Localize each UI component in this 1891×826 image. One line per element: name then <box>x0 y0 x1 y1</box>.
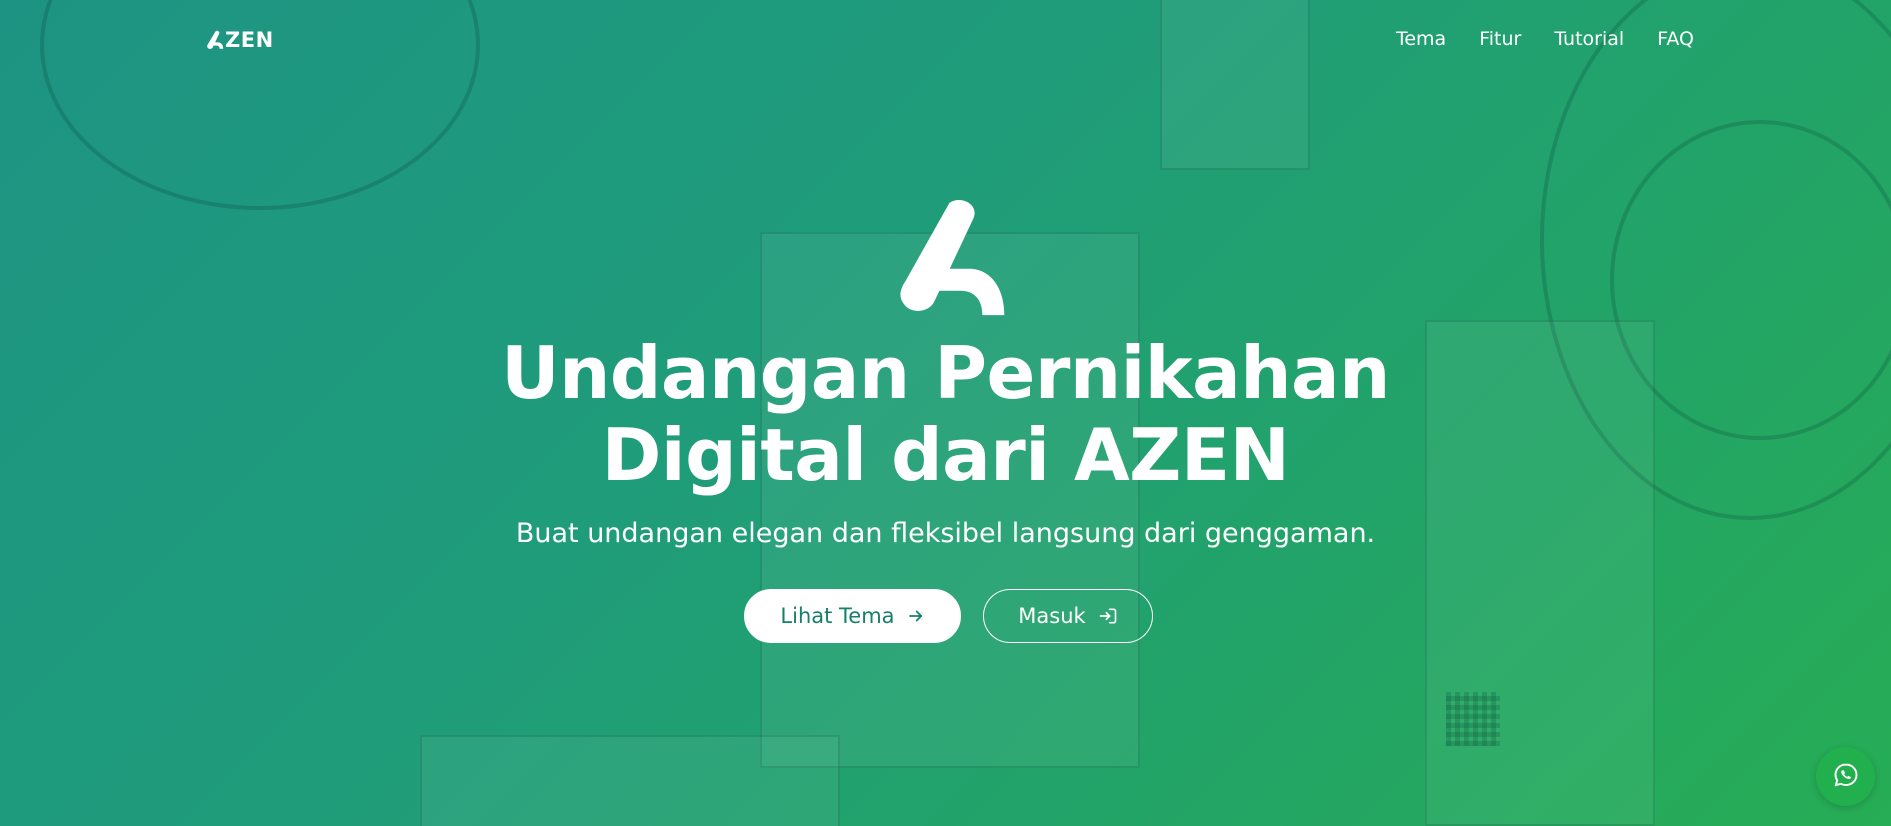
login-button[interactable]: Masuk <box>983 589 1153 643</box>
hero-title-line-1: Undangan Pernikahan <box>501 331 1390 415</box>
hero-actions: Lihat Tema Masuk <box>744 589 1153 643</box>
arrow-right-icon <box>907 607 925 625</box>
background-invitation-card <box>1160 0 1310 170</box>
main-navigation: Tema Fitur Tutorial FAQ <box>1396 28 1694 50</box>
azen-a-logo-icon <box>204 30 224 50</box>
background-wire-decoration <box>1610 120 1891 440</box>
background-qr-code <box>1446 692 1500 746</box>
login-icon <box>1098 606 1118 626</box>
whatsapp-chat-button[interactable] <box>1816 747 1875 806</box>
background-invitation-card <box>420 735 840 826</box>
hero-section: ZEN Tema Fitur Tutorial FAQ Undangan Per… <box>0 0 1891 826</box>
azen-a-logo-icon <box>886 198 1008 320</box>
hero-subtitle: Buat undangan elegan dan fleksibel langs… <box>515 518 1376 549</box>
hero-title-line-2: Digital dari AZEN <box>601 413 1290 497</box>
logo-text: ZEN <box>225 28 274 52</box>
site-logo[interactable]: ZEN <box>204 28 274 52</box>
view-themes-button[interactable]: Lihat Tema <box>744 589 961 643</box>
whatsapp-icon <box>1832 761 1860 793</box>
nav-item-tema[interactable]: Tema <box>1396 28 1446 50</box>
nav-item-tutorial[interactable]: Tutorial <box>1554 28 1624 50</box>
background-wire-decoration <box>1540 0 1891 520</box>
view-themes-button-label: Lihat Tema <box>780 604 895 628</box>
hero-title: Undangan Pernikahan Digital dari AZEN <box>300 332 1591 496</box>
login-button-label: Masuk <box>1018 604 1086 628</box>
nav-item-fitur[interactable]: Fitur <box>1479 28 1521 50</box>
nav-item-faq[interactable]: FAQ <box>1657 28 1694 50</box>
